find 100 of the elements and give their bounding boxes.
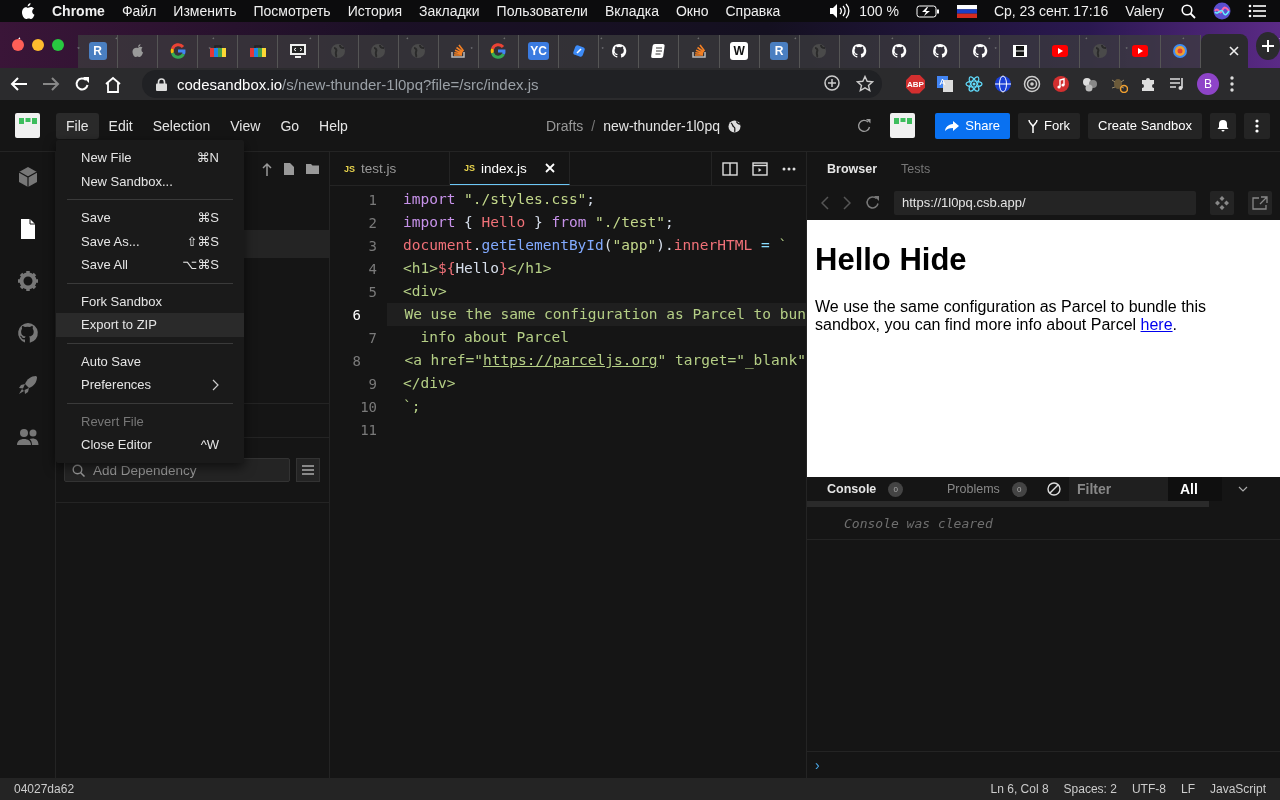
gear-icon[interactable] xyxy=(15,269,40,293)
menu-item[interactable]: Посмотреть xyxy=(253,3,331,19)
translate-icon[interactable] xyxy=(936,75,954,93)
open-new-window-button[interactable] xyxy=(1248,190,1272,215)
time[interactable]: 17:16 xyxy=(1073,3,1109,19)
forward-icon[interactable] xyxy=(42,76,60,92)
clear-console-icon[interactable] xyxy=(1047,482,1061,496)
address-bar[interactable]: codesandbox.io/s/new-thunder-1l0pq?file=/src/index.js xyxy=(142,70,882,98)
menu-item[interactable]: Help xyxy=(309,112,358,139)
menu-item[interactable]: Export to ZIP xyxy=(56,313,244,337)
menu-item[interactable]: Окно xyxy=(675,3,709,19)
add-icon[interactable] xyxy=(824,75,840,91)
page-tab[interactable]: W xyxy=(719,34,760,68)
menu-item[interactable]: New File ⌘N xyxy=(56,146,244,170)
page-tab[interactable] xyxy=(639,34,680,68)
menu-item[interactable]: Save As... ⇧⌘S xyxy=(56,229,244,253)
dependency-list-button[interactable] xyxy=(296,458,320,482)
home-icon[interactable] xyxy=(104,75,122,93)
user-name[interactable]: Valery xyxy=(1125,3,1164,19)
date[interactable]: Ср, 23 сент. xyxy=(993,3,1071,19)
menu-item[interactable]: Selection xyxy=(142,112,221,139)
console-prompt[interactable]: › xyxy=(815,757,820,773)
star-icon[interactable] xyxy=(856,75,874,93)
arrow-up-icon[interactable] xyxy=(262,161,272,176)
notifications-button[interactable] xyxy=(1210,112,1236,139)
preview-icon[interactable] xyxy=(752,161,768,176)
status-item[interactable]: JavaScript xyxy=(1209,782,1266,796)
close-window-button[interactable] xyxy=(12,39,24,51)
console-tab[interactable]: Problems 0 xyxy=(927,481,1047,497)
page-tab[interactable] xyxy=(118,34,159,68)
page-tab[interactable] xyxy=(278,34,319,68)
page-tab[interactable] xyxy=(960,34,1001,68)
page-tab[interactable] xyxy=(438,34,479,68)
page-tab[interactable]: R xyxy=(78,34,119,68)
share-button[interactable]: Share xyxy=(935,112,1011,139)
level-select[interactable]: All xyxy=(1168,477,1222,501)
apple-logo-icon[interactable] xyxy=(20,2,35,20)
page-tab[interactable] xyxy=(679,34,720,68)
menu-item[interactable]: Auto Save xyxy=(56,349,244,373)
battery-charging-icon[interactable] xyxy=(915,4,940,18)
adblock-extension-icon[interactable]: ABP xyxy=(906,74,925,94)
editor-tab[interactable]: JS test.js xyxy=(330,152,450,185)
globe-icon[interactable] xyxy=(994,75,1012,93)
page-tab[interactable] xyxy=(879,34,920,68)
search-icon[interactable] xyxy=(1181,3,1196,19)
menu-item[interactable]: Вкладка xyxy=(604,3,659,19)
spheres-icon[interactable] xyxy=(1081,75,1099,93)
new-file-icon[interactable] xyxy=(284,162,294,175)
menu-item[interactable]: Изменить xyxy=(173,3,237,19)
sandbox-avatar-icon[interactable] xyxy=(890,113,916,138)
refresh-icon[interactable] xyxy=(856,117,873,134)
preview-tab[interactable]: Tests xyxy=(889,161,943,176)
page-tab[interactable] xyxy=(839,34,880,68)
menu-item[interactable]: Справка xyxy=(725,3,781,19)
menu-item[interactable]: Preferences xyxy=(56,373,244,397)
chevron-down-icon[interactable] xyxy=(1238,486,1248,492)
page-tab[interactable] xyxy=(238,34,279,68)
devtools-button[interactable] xyxy=(1210,190,1234,215)
profile-avatar[interactable]: B xyxy=(1197,73,1219,95)
here-link[interactable]: here xyxy=(1140,316,1173,333)
page-tab[interactable]: R xyxy=(759,34,800,68)
fork-button[interactable]: Fork xyxy=(1018,112,1081,139)
rings-icon[interactable] xyxy=(1023,75,1041,93)
status-item[interactable]: Ln 6, Col 8 xyxy=(990,782,1049,796)
sandbox-name[interactable]: new-thunder-1l0pq xyxy=(603,118,720,134)
preview-url-field[interactable]: https://1l0pq.csb.app/ xyxy=(894,190,1196,215)
breadcrumb-folder[interactable]: Drafts xyxy=(546,118,584,134)
menu-item[interactable]: View xyxy=(220,112,271,139)
close-icon[interactable] xyxy=(1228,45,1241,57)
speaker-icon[interactable] xyxy=(828,3,851,19)
filter-field[interactable]: Filter xyxy=(1069,477,1168,501)
scrollbar[interactable] xyxy=(807,501,1209,507)
preview-tab[interactable]: Browser xyxy=(815,161,890,176)
forward-icon[interactable] xyxy=(843,195,851,210)
menu-item[interactable]: История xyxy=(347,3,402,19)
menu-item[interactable]: Пользователи xyxy=(496,3,588,19)
app-menu[interactable]: Chrome xyxy=(52,3,105,19)
minimize-button[interactable] xyxy=(32,39,44,51)
menu-item[interactable]: Close Editor ^W xyxy=(56,433,244,457)
more-icon[interactable] xyxy=(782,166,796,171)
github-icon[interactable] xyxy=(15,321,40,345)
split-icon[interactable] xyxy=(722,161,738,176)
menu-item[interactable]: Go xyxy=(270,112,310,139)
status-item[interactable]: UTF-8 xyxy=(1131,782,1166,796)
new-folder-icon[interactable] xyxy=(306,163,319,174)
menu-item[interactable]: File xyxy=(56,112,99,139)
menu-item[interactable]: Файл xyxy=(121,3,157,19)
status-item[interactable]: LF xyxy=(1180,782,1195,796)
page-tab[interactable] xyxy=(1000,34,1041,68)
menu-item[interactable]: Save ⌘S xyxy=(56,206,244,230)
create-sandbox-button[interactable]: Create Sandbox xyxy=(1088,112,1202,139)
new-tab-button[interactable] xyxy=(1256,32,1280,60)
menu-item[interactable]: Save All ⌥⌘S xyxy=(56,253,244,277)
atom-icon[interactable] xyxy=(965,75,983,93)
page-tab[interactable] xyxy=(919,34,961,68)
puzzle-icon[interactable] xyxy=(1139,75,1157,93)
close-icon[interactable] xyxy=(545,163,555,173)
music-note-icon[interactable] xyxy=(1052,75,1070,93)
more-button[interactable] xyxy=(1244,112,1270,139)
playlist-icon[interactable] xyxy=(1168,75,1186,93)
